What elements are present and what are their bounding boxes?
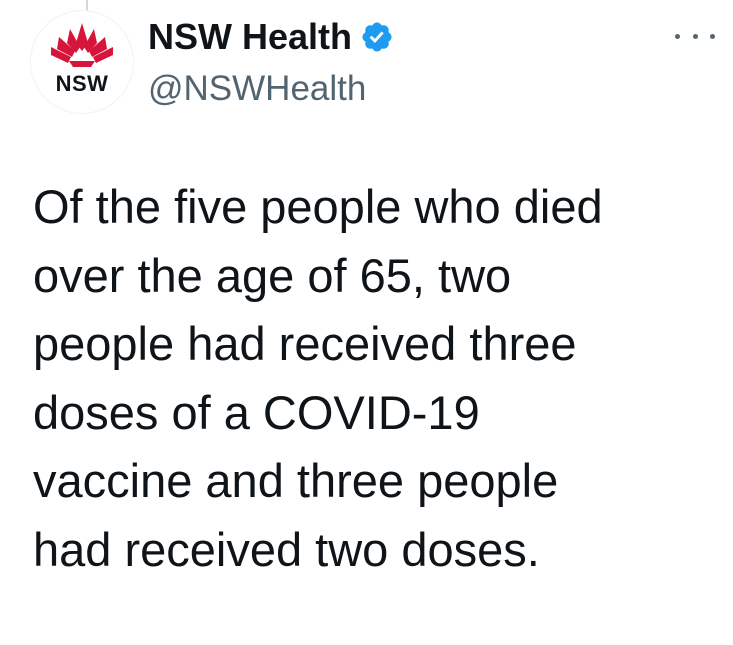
avatar-logo-text: NSW: [55, 71, 109, 96]
more-dot: [692, 33, 698, 39]
name-row: NSW Health: [148, 14, 394, 60]
avatar[interactable]: NSW: [30, 10, 134, 114]
tweet-text: Of the five people who died over the age…: [33, 180, 603, 576]
more-dot: [710, 33, 715, 39]
display-name[interactable]: NSW Health: [148, 14, 352, 60]
more-dot: [675, 33, 680, 39]
more-options-icon[interactable]: [675, 26, 715, 46]
verified-badge-icon: [362, 22, 392, 52]
user-info: NSW Health @NSWHealth: [148, 14, 394, 114]
waratah-logo-icon: [51, 23, 113, 67]
user-handle[interactable]: @NSWHealth: [148, 64, 394, 114]
